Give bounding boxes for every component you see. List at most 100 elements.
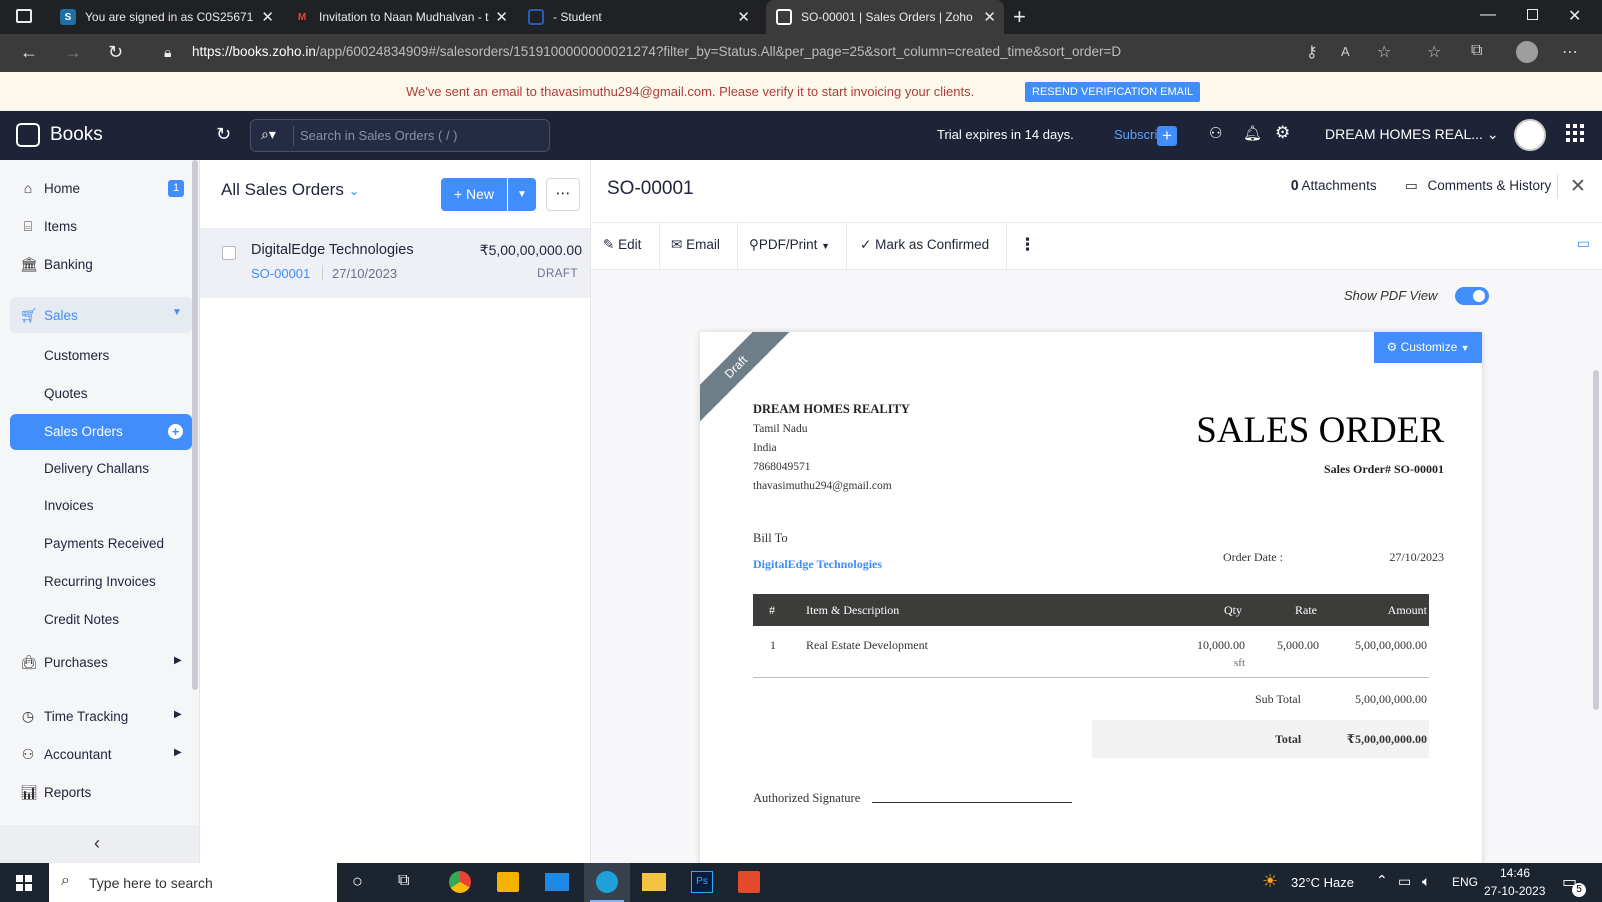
sidebar-sub-payments-received[interactable]: Payments Received [44,536,164,551]
sidebar-item-time-tracking[interactable]: ◷ Time Tracking ▶ [10,698,192,734]
weather-icon[interactable]: ☀ [1262,871,1278,892]
collections-icon[interactable]: ⧉ [1471,42,1482,60]
sidebar-sub-sales-orders[interactable]: Sales Orders + [10,414,192,450]
chevron-up-icon[interactable]: ⌃ [1376,872,1388,889]
new-dropdown-button[interactable]: ▼ [508,178,536,211]
apps-grid-icon[interactable] [1566,124,1584,142]
sidebar-sub-invoices[interactable]: Invoices [44,498,94,513]
app-logo[interactable]: Books [16,123,103,147]
bell-icon[interactable]: 🔔︎ [1243,124,1262,142]
browser-tab-3[interactable]: - Student ✕ [518,0,758,34]
minimize-icon[interactable]: — [1480,6,1496,24]
clock-time[interactable]: 14:46 [1500,866,1530,880]
new-sales-order-button[interactable]: + New [441,178,507,211]
sidebar-item-items[interactable]: ⌸ Items [10,208,192,244]
favorites-icon[interactable]: ☆ [1427,42,1441,62]
chat-icon[interactable]: ▭ [1577,235,1590,252]
customize-button[interactable]: ⚙ Customize ▼ [1374,332,1482,363]
file-explorer-icon[interactable] [642,873,666,891]
more-menu-icon[interactable]: ⋯ [1562,42,1578,62]
new-tab-icon[interactable]: + [1013,4,1026,30]
edge-taskbar-button[interactable] [584,863,630,902]
sidebar-item-banking[interactable]: 🏛︎ Banking [10,246,192,282]
close-tab-icon[interactable]: ✕ [983,8,996,26]
more-actions-icon[interactable]: ⋮ [1019,235,1036,255]
sidebar-sub-customers[interactable]: Customers [44,348,109,363]
mail-icon[interactable] [545,873,569,891]
add-favorite-icon[interactable]: ☆ [1377,42,1391,62]
network-icon[interactable]: ▭ [1398,873,1411,890]
close-window-icon[interactable]: ✕ [1568,6,1581,26]
attachments-button[interactable]: 𝟎 Attachments [1291,178,1377,194]
browser-tab-2[interactable]: M Invitation to Naan Mudhalvan - t ✕ [284,0,516,34]
list-view-selector[interactable]: All Sales Orders ⌄ [221,180,359,200]
browser-tab-4[interactable]: SO-00001 | Sales Orders | Zoho E ✕ [766,0,1004,34]
back-icon[interactable]: ← [20,42,38,63]
row-checkbox[interactable] [222,246,236,260]
taskbar-search[interactable]: ⌕ Type here to search [49,863,337,902]
store-icon[interactable] [497,872,519,892]
quick-create-icon[interactable]: + [1157,126,1177,146]
maximize-icon[interactable] [1527,9,1538,20]
pdf-print-button[interactable]: ⚲PDF/Print ▼ [749,237,830,253]
read-aloud-icon[interactable]: A [1341,44,1350,59]
edit-button[interactable]: ✎ Edit [603,237,641,253]
taskbar-search-input[interactable]: Type here to search [89,875,213,891]
close-icon[interactable]: ✕ [1570,175,1586,198]
sidebar-sub-delivery-challans[interactable]: Delivery Challans [44,461,149,476]
sidebar-item-reports[interactable]: 📊︎ Reports [10,774,192,810]
profile-avatar[interactable] [1516,41,1538,63]
detail-scrollbar[interactable] [1593,370,1599,710]
powerpoint-icon[interactable] [738,871,760,893]
pdf-view-toggle[interactable] [1455,287,1489,305]
sidebar-scrollbar[interactable] [192,160,198,690]
sidebar-sub-recurring-invoices[interactable]: Recurring Invoices [44,574,156,589]
search-icon[interactable]: ⌕▾ [261,126,276,143]
notification-badge: 1 [168,180,184,197]
windows-start-icon[interactable] [16,875,32,891]
add-sales-order-icon[interactable]: + [168,424,183,439]
refer-icon[interactable]: ⚇ [1209,124,1222,142]
verification-banner: We've sent an email to thavasimuthu294@g… [0,72,1602,111]
close-tab-icon[interactable]: ✕ [737,8,750,26]
sidebar-item-purchases[interactable]: 👜︎ Purchases ▶ [10,644,192,680]
sidebar-sub-credit-notes[interactable]: Credit Notes [44,612,119,627]
lock-icon[interactable]: 🔒︎ [164,44,171,61]
search-input[interactable]: Search in Sales Orders ( / ) [300,128,458,143]
key-icon[interactable]: ⚷ [1306,42,1318,62]
organization-switcher[interactable]: DREAM HOMES REAL... ⌄ [1325,126,1499,143]
resend-verification-button[interactable]: RESEND VERIFICATION EMAIL [1025,82,1201,102]
comments-history-button[interactable]: ▭ Comments & History [1405,178,1551,194]
bill-to-customer[interactable]: DigitalEdge Technologies [753,557,882,572]
cortana-icon[interactable]: ○ [352,871,363,892]
mark-confirmed-button[interactable]: ✓ Mark as Confirmed [860,237,989,253]
volume-icon[interactable]: 🔈︎ [1422,873,1430,890]
gear-icon[interactable]: ⚙ [1275,123,1290,143]
global-search[interactable]: ⌕▾ Search in Sales Orders ( / ) [250,119,550,152]
sidebar-item-home[interactable]: ⌂ Home 1 [10,170,192,206]
user-avatar[interactable] [1514,119,1546,151]
close-tab-icon[interactable]: ✕ [261,8,274,26]
task-view-icon[interactable]: ⧉ [398,872,409,890]
show-pdf-label: Show PDF View [1344,288,1438,303]
recent-history-icon[interactable]: ↻ [216,124,231,145]
forward-icon[interactable]: → [64,42,82,63]
collapse-sidebar-button[interactable]: ‹ [0,825,199,863]
browser-tab-1[interactable]: S You are signed in as C0S25671 ✕ [50,0,282,34]
order-date-label: Order Date : [1223,550,1283,564]
tab-actions-icon[interactable] [16,9,32,23]
sidebar-item-accountant[interactable]: ⚇ Accountant ▶ [10,736,192,772]
language-indicator[interactable]: ENG [1452,875,1478,889]
list-item[interactable]: DigitalEdge Technologies ₹5,00,00,000.00… [200,229,590,298]
reload-icon[interactable]: ↻ [108,42,123,63]
chrome-icon[interactable] [449,871,471,893]
email-button[interactable]: ✉ Email [671,237,720,253]
clock-date[interactable]: 27-10-2023 [1484,884,1545,898]
more-options-button[interactable]: ⋯ [546,178,580,211]
weather-text[interactable]: 32°C Haze [1291,875,1354,890]
sidebar-item-sales[interactable]: 🛒︎ Sales ▼ [10,297,192,333]
close-tab-icon[interactable]: ✕ [495,8,508,26]
url-field[interactable]: https://books.zoho.in/app/60024834909#/s… [192,44,1121,59]
sidebar-sub-quotes[interactable]: Quotes [44,386,88,401]
photoshop-icon[interactable]: Ps [691,871,713,893]
